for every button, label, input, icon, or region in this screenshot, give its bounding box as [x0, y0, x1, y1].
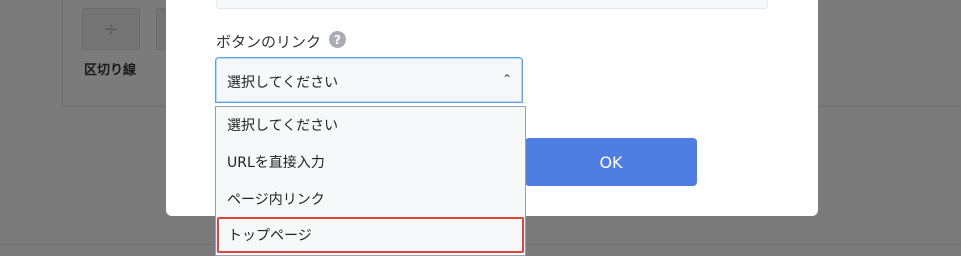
link-type-dropdown: 選択してください URLを直接入力 ページ内リンク トップページ: [215, 106, 526, 256]
option-top-page[interactable]: トップページ: [217, 217, 524, 253]
divider-block-tile[interactable]: ÷: [82, 8, 140, 50]
option-direct-url[interactable]: URLを直接入力: [216, 144, 525, 180]
previous-input-field[interactable]: [216, 0, 768, 9]
divider-block-label: 区切り線: [84, 63, 137, 78]
button-link-label: ボタンのリンク: [216, 33, 322, 51]
option-page-anchor[interactable]: ページ内リンク: [216, 181, 525, 217]
divider-icon: ÷: [103, 18, 119, 40]
ok-button[interactable]: OK: [525, 138, 697, 186]
background-divider: [62, 106, 166, 107]
chevron-up-icon: ⌃: [501, 72, 512, 86]
link-type-select[interactable]: 選択してください ⌃: [215, 57, 523, 103]
background-divider-right: [818, 106, 961, 107]
option-select-placeholder[interactable]: 選択してください: [216, 107, 525, 143]
help-icon[interactable]: ?: [329, 31, 346, 48]
select-value: 選択してください: [227, 75, 339, 91]
